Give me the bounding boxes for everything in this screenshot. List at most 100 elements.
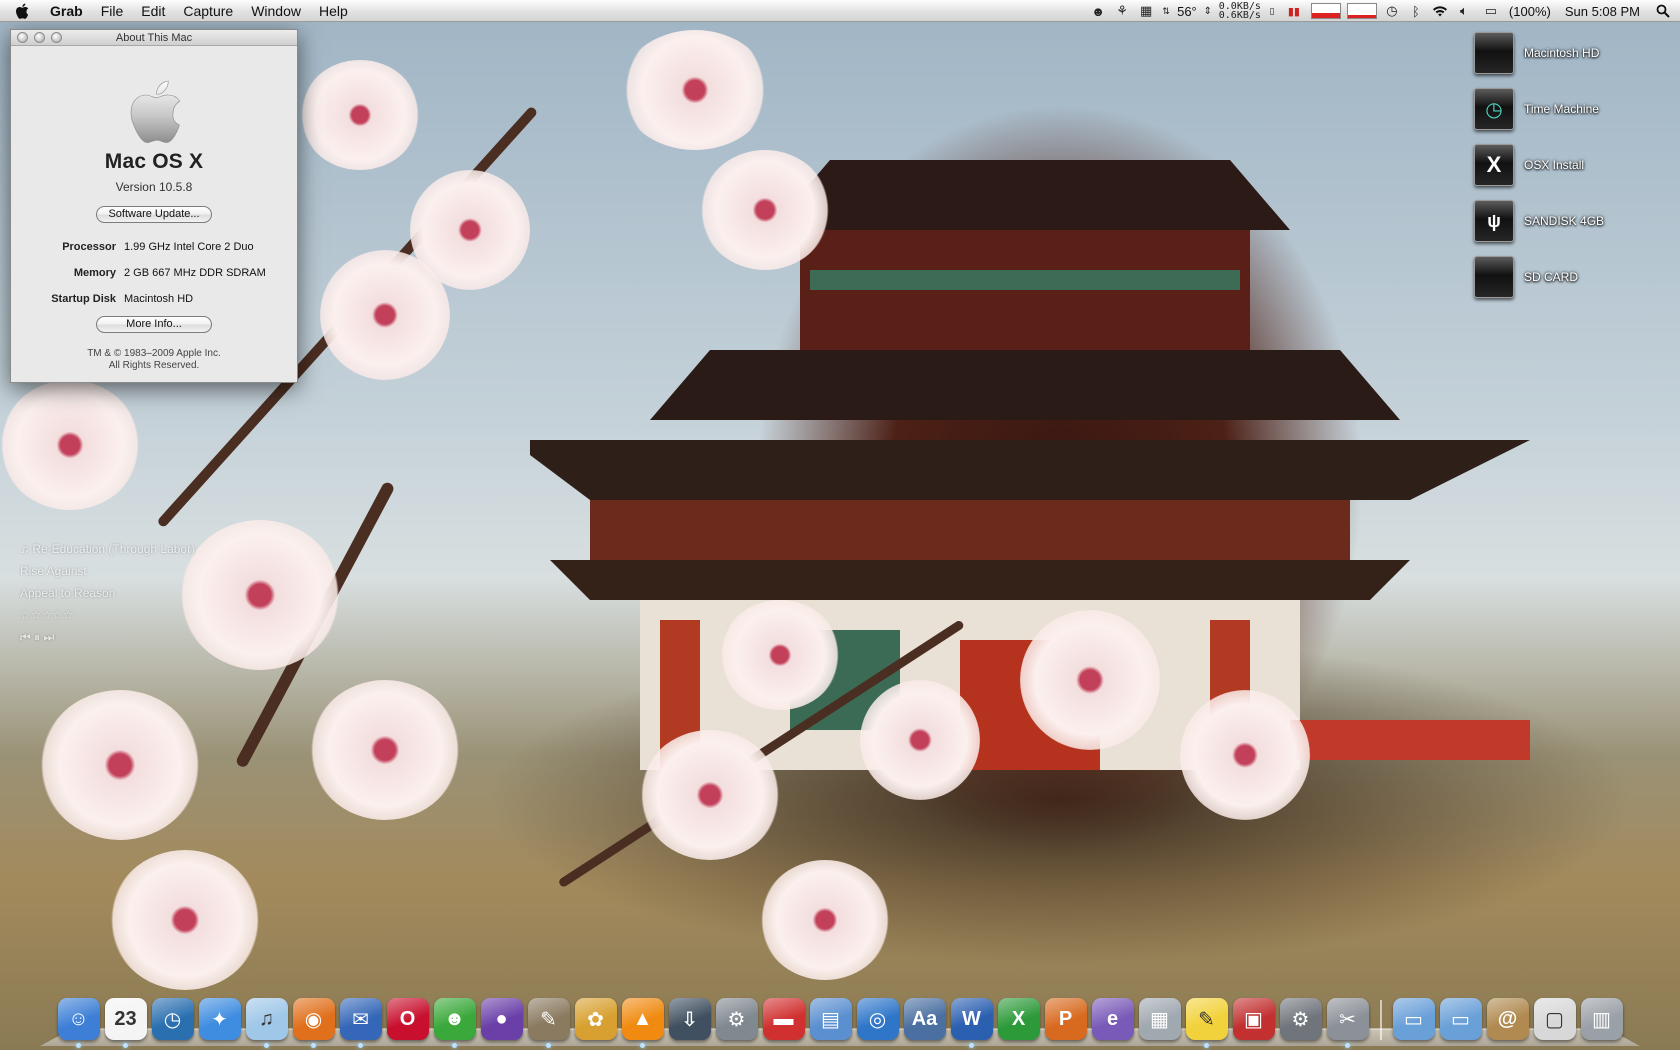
zoom-button[interactable] <box>51 32 62 43</box>
running-indicator <box>639 1043 645 1048</box>
butterfly-icon[interactable]: ⚘ <box>1113 3 1131 19</box>
apple-drive-icon <box>1474 32 1514 74</box>
rating-stars[interactable]: ☆☆☆☆☆ <box>20 604 195 626</box>
running-indicator <box>968 1043 974 1048</box>
volume-macintosh-hd[interactable]: Macintosh HD <box>1474 30 1664 76</box>
os-name: Mac OS X <box>104 150 204 173</box>
track-artist: Rise Against <box>20 564 87 578</box>
time-machine-menu-icon[interactable]: ◷ <box>1383 3 1401 19</box>
dock-preview-icon[interactable]: ▤ <box>809 998 852 1040</box>
dock-calculator-doc-icon[interactable]: ▦ <box>1138 998 1181 1040</box>
updown-arrows-icon: ⇕ <box>1203 5 1212 17</box>
dock-vlc-icon[interactable]: ▲ <box>621 998 664 1048</box>
bluetooth-icon[interactable]: ᛒ <box>1407 3 1425 19</box>
dock-adium-icon[interactable]: ☻ <box>433 998 476 1048</box>
menu-help[interactable]: Help <box>310 0 357 22</box>
dock-thunderbird-icon[interactable]: ✉ <box>339 998 382 1048</box>
menu-edit[interactable]: Edit <box>132 0 174 22</box>
dock-firefox-icon[interactable]: ◉ <box>292 998 335 1048</box>
track-title: ♫ Re-Education (Through Labor) <box>20 542 196 556</box>
volume-label: SD CARD <box>1524 270 1579 284</box>
dock-grab-icon[interactable]: ✂ <box>1326 998 1369 1048</box>
window-manager-icon[interactable]: ▦ <box>1137 3 1155 19</box>
volume-sd-card[interactable]: SD CARD <box>1474 254 1664 300</box>
menu-app-name[interactable]: Grab <box>44 0 92 22</box>
wifi-icon[interactable] <box>1431 3 1449 19</box>
volume-label: OSX Install <box>1524 158 1585 172</box>
dock-time-machine-icon[interactable]: ◷ <box>151 998 194 1040</box>
dock-powerpoint-icon[interactable]: P <box>1044 998 1087 1040</box>
volume-icon[interactable]: 🔈︎ <box>1455 3 1473 19</box>
dock-stickies-icon[interactable]: ✎ <box>1185 998 1228 1048</box>
close-button[interactable] <box>17 32 28 43</box>
dock-itunes-icon[interactable]: ♫ <box>245 998 288 1048</box>
volume-time-machine[interactable]: ◷ Time Machine <box>1474 86 1664 132</box>
running-indicator <box>310 1043 316 1048</box>
running-indicator <box>1344 1043 1350 1048</box>
more-info-button[interactable]: More Info... <box>96 316 212 333</box>
software-update-button[interactable]: Software Update... <box>96 206 212 223</box>
copyright-notice: TM & © 1983–2009 Apple Inc. All Rights R… <box>11 348 297 372</box>
running-indicator <box>75 1043 81 1048</box>
dock-app-store-like-icon[interactable]: ◎ <box>856 998 899 1040</box>
menu-clock[interactable]: Sun 5:08 PM <box>1565 4 1640 19</box>
dock-address-book-icon[interactable]: @ <box>1486 998 1529 1040</box>
os-version: Version 10.5.8 <box>115 180 193 194</box>
x-drive-icon: X <box>1474 144 1514 186</box>
dock-icons: ☺ 23 ◷ ✦ ♫ ◉ ✉ O ☻ ● ✎ ✿ ▲ ⇩ ⚙ ▬ ▤ ◎ Aa W X Pe ▦ ✎ ▣ ⚙ ✂ ▭ ▭ @ ▢ ▥ <box>40 998 1640 1048</box>
running-indicator <box>357 1043 363 1048</box>
robot-icon[interactable]: ☻ <box>1089 3 1107 19</box>
memory-bar-icon[interactable]: ▮▮ <box>1283 3 1305 19</box>
dock-system-preferences-icon[interactable]: ⚙ <box>1279 998 1322 1040</box>
dock-bittorrent-icon[interactable]: ⇩ <box>668 998 711 1040</box>
battery-percentage[interactable]: (100%) <box>1509 4 1551 19</box>
cpu-graph-1[interactable] <box>1310 3 1341 19</box>
dock-ical-icon[interactable]: 23 <box>104 998 147 1048</box>
apple-menu-icon[interactable] <box>0 3 44 19</box>
window-titlebar[interactable]: About This Mac <box>11 30 297 46</box>
cpu-graph-2[interactable] <box>1346 3 1377 19</box>
dock-gimp-ball-icon[interactable]: ● <box>480 998 523 1040</box>
minimize-button[interactable] <box>34 32 45 43</box>
rights-line: All Rights Reserved. <box>108 360 200 371</box>
dock-entourage-icon[interactable]: e <box>1091 998 1134 1040</box>
spec-value: 1.99 GHz Intel Core 2 Duo <box>124 241 254 253</box>
now-playing-widget: ♫ Re-Education (Through Labor) Rise Agai… <box>20 538 195 648</box>
spec-value: 2 GB 667 MHz DDR SDRAM <box>124 267 266 279</box>
temperature-icon[interactable]: ⇅ <box>1161 3 1171 19</box>
volume-label: Macintosh HD <box>1524 46 1600 60</box>
dock-safari-icon[interactable]: ✦ <box>198 998 241 1040</box>
dock-downloads-stack-icon[interactable]: ▢ <box>1533 998 1576 1040</box>
dock-applications-folder-icon[interactable]: ▭ <box>1392 998 1435 1040</box>
dock-dictionary-icon[interactable]: Aa <box>903 998 946 1040</box>
running-indicator <box>122 1043 128 1048</box>
running-indicator <box>263 1043 269 1048</box>
volume-sandisk[interactable]: ψ SANDISK 4GB <box>1474 198 1664 244</box>
dock-toolbox-icon[interactable]: ▬ <box>762 998 805 1040</box>
battery-icon[interactable]: ▭ <box>1479 3 1503 19</box>
volume-osx-install[interactable]: X OSX Install <box>1474 142 1664 188</box>
temperature-reading[interactable]: 56° <box>1177 4 1197 19</box>
dock-word-icon[interactable]: W <box>950 998 993 1048</box>
volume-label: Time Machine <box>1524 102 1599 116</box>
disk-activity-icon[interactable]: ▯ <box>1267 3 1277 19</box>
dock-gimp-icon[interactable]: ✎ <box>527 998 570 1048</box>
dock-documents-folder-icon[interactable]: ▭ <box>1439 998 1482 1040</box>
pagoda-illustration <box>530 160 1530 770</box>
dock-utility-icon[interactable]: ⚙ <box>715 998 758 1040</box>
dock-finder-icon[interactable]: ☺ <box>57 998 100 1048</box>
playback-controls[interactable]: ⏮ ⏸ ⏭ <box>20 626 195 648</box>
dock-parallels-icon[interactable]: ▣ <box>1232 998 1275 1040</box>
track-album: Appeal to Reason <box>20 586 116 600</box>
network-monitor[interactable]: 0.0KB/s 0.6KB/s <box>1219 2 1261 21</box>
dock-excel-icon[interactable]: X <box>997 998 1040 1040</box>
spec-label: Memory <box>73 267 116 279</box>
dock-trash-icon[interactable]: ▥ <box>1580 998 1623 1040</box>
dock-cocktail-icon[interactable]: ✿ <box>574 998 617 1040</box>
menu-capture[interactable]: Capture <box>174 0 242 22</box>
running-indicator <box>545 1043 551 1048</box>
dock-opera-icon[interactable]: O <box>386 998 429 1040</box>
spotlight-search-icon[interactable] <box>1654 3 1672 19</box>
menu-file[interactable]: File <box>92 0 133 22</box>
menu-window[interactable]: Window <box>242 0 310 22</box>
